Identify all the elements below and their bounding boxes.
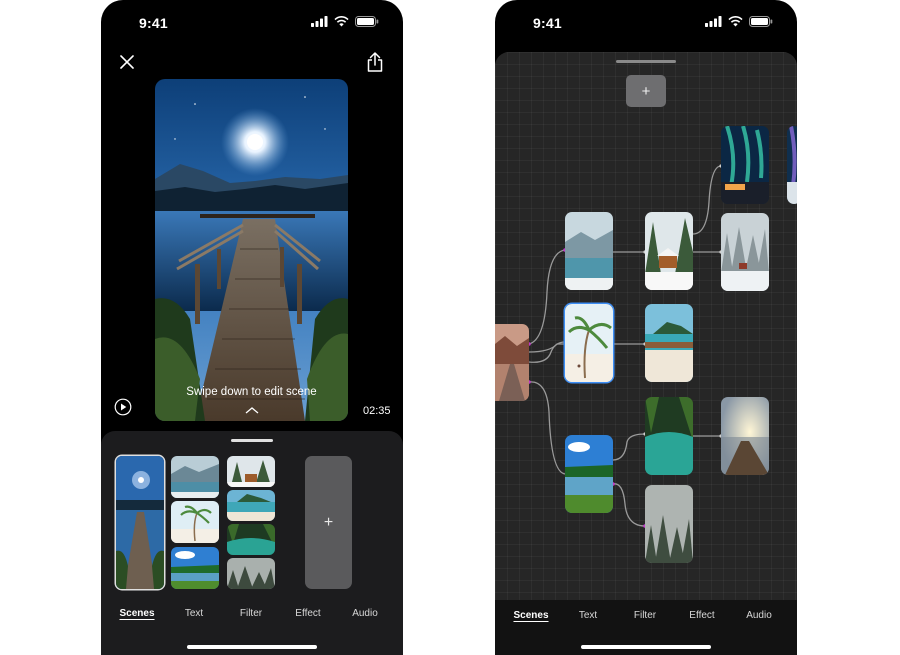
scene-thumbnail[interactable] <box>227 490 275 521</box>
play-icon <box>114 398 132 416</box>
add-scene-button[interactable]: + <box>305 456 352 589</box>
status-bar: 9:41 <box>495 0 797 44</box>
status-time: 9:41 <box>533 15 562 31</box>
tab-filter[interactable]: Filter <box>224 608 278 619</box>
scene-thumbnail[interactable] <box>171 456 219 498</box>
night-pier-image <box>155 79 348 421</box>
scene-thumbnail[interactable] <box>227 524 275 555</box>
tab-effect[interactable]: Effect <box>281 608 335 619</box>
close-button[interactable] <box>115 50 139 74</box>
scene-node-snowy-lake[interactable] <box>565 212 613 290</box>
duration: 02:35 <box>363 405 391 417</box>
tab-effect[interactable]: Effect <box>675 610 729 621</box>
tab-scenes[interactable]: Scenes <box>110 608 164 619</box>
scene-node-snow-cabin[interactable] <box>645 212 693 290</box>
tab-text[interactable]: Text <box>561 610 615 621</box>
tab-audio[interactable]: Audio <box>732 610 786 621</box>
home-indicator <box>581 645 711 649</box>
scene-node-tropical-island[interactable] <box>645 304 693 382</box>
tab-filter[interactable]: Filter <box>618 610 672 621</box>
editor-screen: 9:41 Swipe down to edit scene 02:35 + Sc… <box>101 0 403 655</box>
wifi-icon <box>728 16 743 27</box>
tab-bar: Scenes Text Filter Effect Audio <box>101 608 403 624</box>
scene-graph-screen: 9:41 + Scenes Text Filter Effect Audio <box>495 0 797 655</box>
tab-text[interactable]: Text <box>167 608 221 619</box>
close-icon <box>120 55 134 69</box>
tab-audio[interactable]: Audio <box>338 608 392 619</box>
signal-icon <box>311 16 328 27</box>
status-bar: 9:41 <box>101 0 403 44</box>
panel-grab-handle[interactable] <box>231 439 273 442</box>
scene-thumbnail[interactable] <box>171 501 219 543</box>
scene-graph-canvas[interactable]: + <box>495 52 797 600</box>
battery-icon <box>749 16 773 27</box>
scene-node-aurora-partial[interactable] <box>787 126 797 204</box>
scene-thumbnail-selected[interactable] <box>116 456 164 589</box>
chevron-up-icon <box>245 407 259 414</box>
scene-thumbnail[interactable] <box>227 558 275 589</box>
battery-icon <box>355 16 379 27</box>
scene-node-road[interactable] <box>495 324 529 401</box>
scene-node-emerald-river[interactable] <box>645 397 693 475</box>
scene-node-misty-forest[interactable] <box>645 485 693 563</box>
tab-scenes[interactable]: Scenes <box>504 610 558 621</box>
scene-node-sunset-pier[interactable] <box>721 397 769 475</box>
play-button[interactable] <box>113 397 133 417</box>
scene-node-aurora-cabin[interactable] <box>721 126 769 204</box>
home-indicator <box>187 645 317 649</box>
share-button[interactable] <box>363 49 387 75</box>
preview-caption: Swipe down to edit scene <box>186 386 317 398</box>
wifi-icon <box>334 16 349 27</box>
scene-preview[interactable]: Swipe down to edit scene <box>155 79 348 421</box>
share-icon <box>367 52 383 72</box>
signal-icon <box>705 16 722 27</box>
scene-node-green-lake[interactable] <box>565 435 613 513</box>
scene-thumbnail[interactable] <box>227 456 275 487</box>
status-time: 9:41 <box>139 15 168 31</box>
scene-node-palm-beach[interactable] <box>565 304 613 382</box>
night-pier-thumb <box>116 456 164 589</box>
tab-bar: Scenes Text Filter Effect Audio <box>495 600 797 655</box>
scene-thumbnail[interactable] <box>171 547 219 589</box>
scene-node-snow-forest[interactable] <box>721 213 769 291</box>
scenes-panel: + Scenes Text Filter Effect Audio <box>101 431 403 655</box>
